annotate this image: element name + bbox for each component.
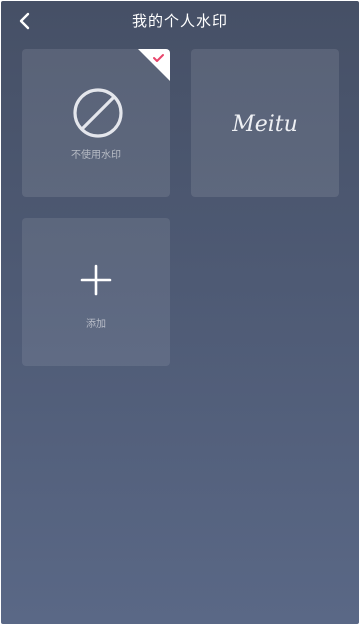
header-bar: 我的个人水印 bbox=[1, 1, 359, 41]
meitu-logo: Meitu bbox=[231, 112, 298, 137]
no-watermark-label: 不使用水印 bbox=[71, 150, 121, 161]
prohibited-icon bbox=[73, 88, 123, 138]
add-watermark-button[interactable]: 添加 bbox=[22, 218, 170, 366]
meitu-watermark-option[interactable]: Meitu bbox=[191, 49, 339, 197]
screen: 我的个人水印 不使用水印 Meitu 添加 bbox=[1, 1, 359, 624]
selected-check-badge bbox=[138, 49, 170, 81]
add-label: 添加 bbox=[86, 319, 106, 330]
svg-text:Meitu: Meitu bbox=[231, 112, 298, 137]
no-watermark-option[interactable]: 不使用水印 bbox=[22, 49, 170, 197]
plus-icon bbox=[80, 264, 112, 296]
page-title: 我的个人水印 bbox=[131, 12, 228, 30]
